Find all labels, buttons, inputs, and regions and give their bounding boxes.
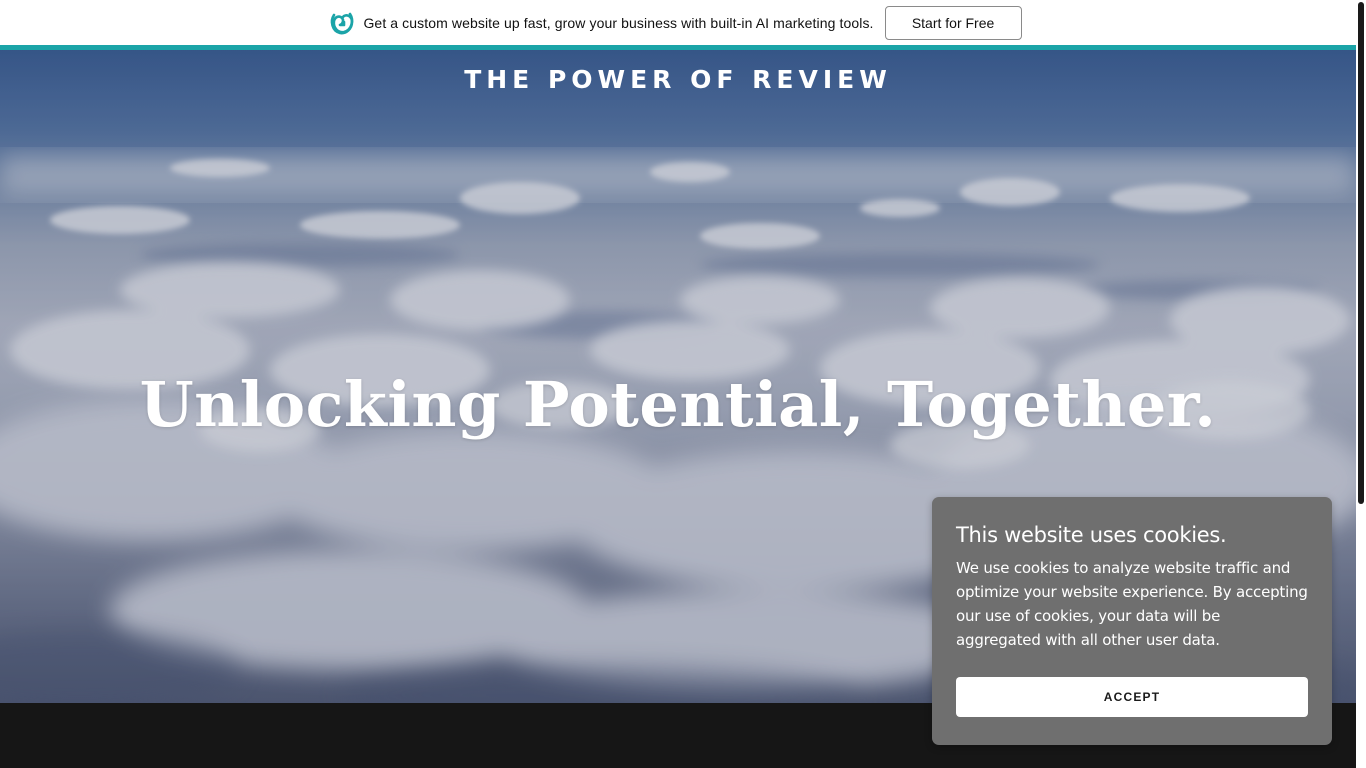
- accept-cookies-button[interactable]: ACCEPT: [956, 677, 1308, 717]
- page: Get a custom website up fast, grow your …: [0, 0, 1366, 768]
- cookie-consent-dialog: This website uses cookies. We use cookie…: [932, 497, 1332, 745]
- scrollbar-thumb[interactable]: [1358, 2, 1364, 504]
- promo-text: Get a custom website up fast, grow your …: [363, 14, 874, 31]
- godaddy-logo-icon: [328, 9, 356, 37]
- cookie-dialog-title: This website uses cookies.: [956, 523, 1227, 547]
- cookie-dialog-body: We use cookies to analyze website traffi…: [956, 559, 1308, 649]
- start-for-free-button[interactable]: Start for Free: [884, 5, 1022, 40]
- promo-content: Get a custom website up fast, grow your …: [328, 5, 1022, 40]
- hero-headline: Unlocking Potential, Together.: [139, 368, 1217, 441]
- site-title[interactable]: THE POWER OF REVIEW: [0, 65, 1356, 94]
- promo-bar: Get a custom website up fast, grow your …: [0, 0, 1356, 45]
